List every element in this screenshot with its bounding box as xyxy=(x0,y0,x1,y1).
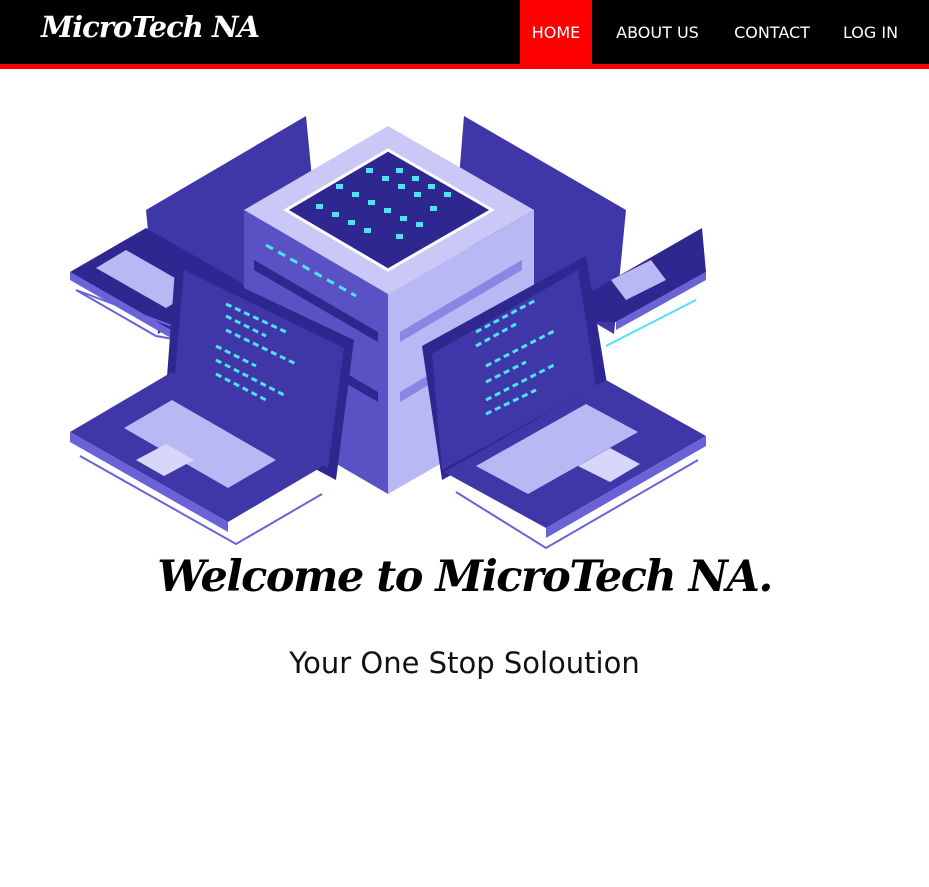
main-nav: HOME ABOUT US CONTACT LOG IN xyxy=(520,0,920,64)
tagline: Your One Stop Soloution xyxy=(289,646,640,680)
server-network-illustration-icon xyxy=(66,110,711,555)
nav-contact[interactable]: CONTACT xyxy=(723,0,821,64)
welcome-heading: Welcome to MicroTech NA. xyxy=(157,552,773,602)
nav-about-us[interactable]: ABOUT US xyxy=(592,0,723,64)
brand-logo[interactable]: MicroTech NA xyxy=(41,10,260,44)
nav-home[interactable]: HOME xyxy=(520,0,592,64)
nav-log-in[interactable]: LOG IN xyxy=(821,0,920,64)
navbar: MicroTech NA HOME ABOUT US CONTACT LOG I… xyxy=(0,0,929,69)
